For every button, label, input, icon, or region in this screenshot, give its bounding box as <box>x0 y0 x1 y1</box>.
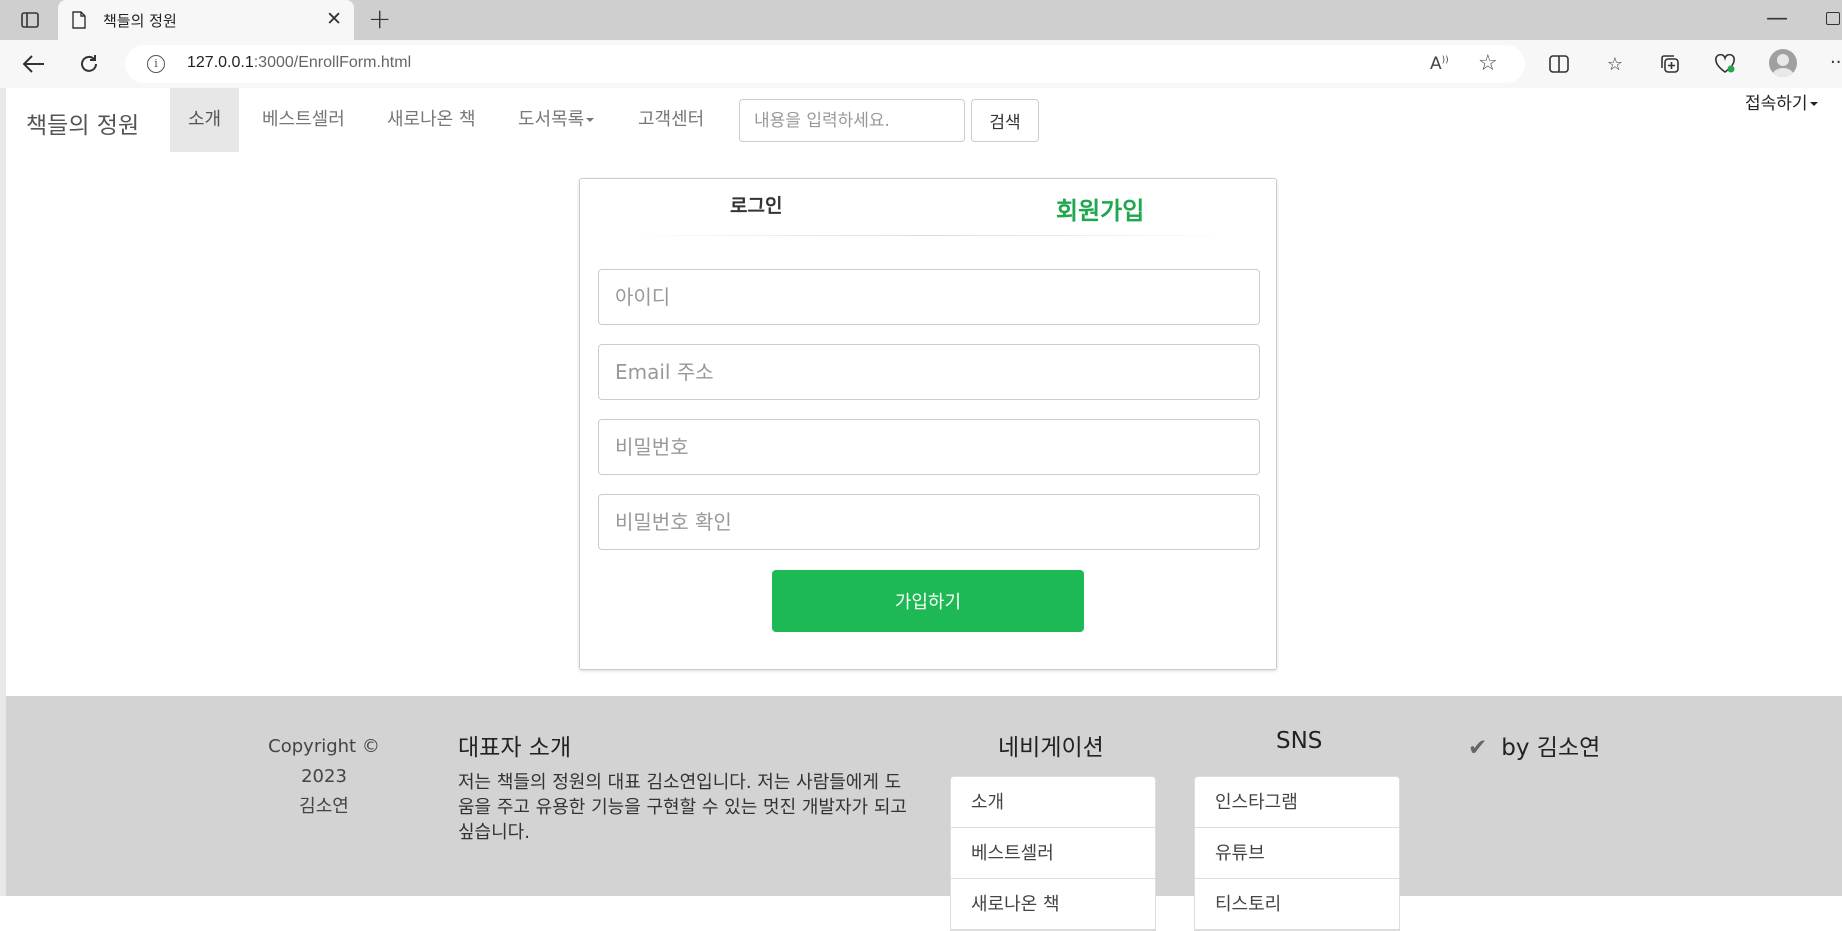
nav-item-bestseller[interactable]: 베스트셀러 <box>244 88 363 152</box>
page-content: 책들의 정원 소개 베스트셀러 새로나온 책 도서목록 고객센터 검색 접속하기… <box>0 88 1842 931</box>
site-info-icon[interactable]: i <box>147 55 165 73</box>
footer-sns-item[interactable]: 인스타그램 <box>1195 777 1399 828</box>
close-tab-icon[interactable]: ✕ <box>326 9 342 29</box>
connect-label: 접속하기 <box>1745 94 1808 114</box>
footer-sns-item[interactable]: 티스토리 <box>1195 879 1399 930</box>
footer-nav-item[interactable]: 베스트셀러 <box>951 828 1155 879</box>
read-aloud-icon[interactable]: A)) <box>1430 54 1449 74</box>
sns-column-title: SNS <box>1276 728 1323 754</box>
caret-down-icon <box>1809 102 1818 106</box>
url-path: :3000/EnrollForm.html <box>253 54 412 71</box>
connect-dropdown[interactable]: 접속하기 <box>1745 89 1818 114</box>
browser-toolbar: i 127.0.0.1:3000/EnrollForm.html A)) ☆ ☆… <box>0 40 1842 88</box>
favorites-icon[interactable]: ☆ <box>1601 50 1629 78</box>
footer-nav-item[interactable]: 소개 <box>951 777 1155 828</box>
page-icon <box>72 11 86 33</box>
site-navbar: 책들의 정원 소개 베스트셀러 새로나온 책 도서목록 고객센터 검색 접속하기 <box>6 88 1842 152</box>
reload-icon[interactable] <box>75 50 103 78</box>
favorite-star-icon[interactable]: ☆ <box>1478 51 1498 76</box>
site-brand[interactable]: 책들의 정원 <box>26 106 139 140</box>
nav-column-title: 네비게이션 <box>998 735 1104 761</box>
footer-nav-list: 소개 베스트셀러 새로나온 책 <box>950 776 1156 931</box>
nav-item-intro[interactable]: 소개 <box>170 88 240 152</box>
restore-icon[interactable] <box>1826 12 1840 25</box>
minimize-icon[interactable]: — <box>1766 6 1788 31</box>
intro-text: 저는 책들의 정원의 대표 김소연입니다. 저는 사람들에게 도움을 주고 유용… <box>458 772 907 843</box>
browser-tab-bar: 책들의 정원 ✕ + — <box>0 0 1842 40</box>
address-bar[interactable]: i 127.0.0.1:3000/EnrollForm.html A)) ☆ <box>125 45 1525 83</box>
browser-tab[interactable]: 책들의 정원 ✕ <box>58 0 354 40</box>
new-tab-icon[interactable]: + <box>368 4 391 34</box>
intro-title: 대표자 소개 <box>458 735 572 761</box>
sidebar-toggle-icon[interactable] <box>18 9 42 31</box>
byline-text: by 김소연 <box>1501 735 1601 761</box>
more-icon[interactable]: ··· <box>1830 52 1842 73</box>
profile-avatar[interactable] <box>1769 49 1797 77</box>
split-screen-icon[interactable] <box>1545 50 1573 78</box>
url-host: 127.0.0.1 <box>187 54 254 71</box>
check-icon: ✔ <box>1468 735 1488 761</box>
id-field[interactable] <box>598 269 1260 325</box>
byline: ✔ by 김소연 <box>1468 728 1600 762</box>
enroll-card: 로그인 회원가입 가입하기 <box>579 178 1277 670</box>
password-confirm-field[interactable] <box>598 494 1260 550</box>
browser-essentials-icon[interactable] <box>1711 50 1739 78</box>
nav-item-new-books[interactable]: 새로나온 책 <box>369 88 494 152</box>
join-button[interactable]: 가입하기 <box>772 570 1084 632</box>
tab-divider <box>620 235 1238 236</box>
search-input[interactable] <box>739 99 965 142</box>
nav-item-catalog-label: 도서목록 <box>518 109 585 130</box>
site-footer: Copyright © 2023 김소연 대표자 소개 저는 책들의 정원의 대… <box>6 696 1842 931</box>
tab-login[interactable]: 로그인 <box>730 191 782 218</box>
back-arrow-icon[interactable] <box>20 50 48 78</box>
footer-nav-item[interactable]: 새로나온 책 <box>951 879 1155 930</box>
tab-join[interactable]: 회원가입 <box>1056 191 1144 226</box>
tab-title: 책들의 정원 <box>103 12 177 30</box>
copyright: Copyright © 2023 김소연 <box>244 732 404 822</box>
email-field[interactable] <box>598 344 1260 400</box>
url-text[interactable]: 127.0.0.1:3000/EnrollForm.html <box>187 54 411 72</box>
copyright-author: 김소연 <box>299 796 349 817</box>
copyright-text: Copyright © 2023 <box>268 736 380 787</box>
nav-item-support[interactable]: 고객센터 <box>620 88 722 152</box>
nav-item-catalog[interactable]: 도서목록 <box>500 88 612 152</box>
footer-sns-list: 인스타그램 유튜브 티스토리 <box>1194 776 1400 931</box>
collections-icon[interactable] <box>1656 50 1684 78</box>
password-field[interactable] <box>598 419 1260 475</box>
caret-down-icon <box>586 118 595 122</box>
footer-sns-item[interactable]: 유튜브 <box>1195 828 1399 879</box>
search-button[interactable]: 검색 <box>971 99 1039 142</box>
